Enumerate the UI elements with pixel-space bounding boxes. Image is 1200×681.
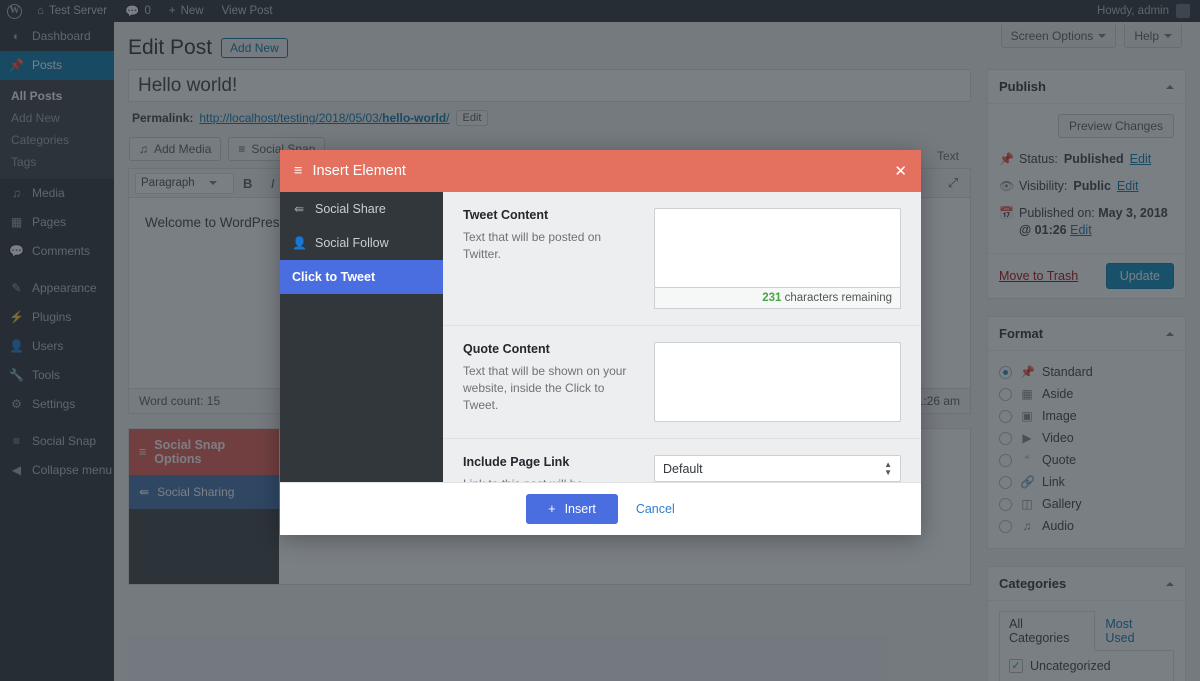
tweet-content-field: Tweet Content Text that will be posted o… <box>443 192 921 326</box>
insert-button[interactable]: + Insert <box>526 494 618 524</box>
include-page-link-field: Include Page Link Link to this post will… <box>443 439 921 482</box>
insert-element-modal: ≡ Insert Element ✕ ⇚ Social Share 👤 Soci… <box>280 150 921 535</box>
modal-footer: + Insert Cancel <box>280 482 921 535</box>
quote-content-label-wrap: Quote Content Text that will be shown on… <box>463 342 638 422</box>
quote-content-desc: Text that will be shown on your website,… <box>463 364 627 412</box>
modal-tab-label: Click to Tweet <box>292 270 376 284</box>
modal-header: ≡ Insert Element ✕ <box>280 150 921 192</box>
cancel-link[interactable]: Cancel <box>636 502 675 516</box>
share-icon: ⇚ <box>293 202 305 216</box>
characters-remaining: 231 characters remaining <box>654 288 901 309</box>
modal-tab-social-share[interactable]: ⇚ Social Share <box>280 192 443 226</box>
quote-content-title: Quote Content <box>463 342 550 356</box>
insert-label: Insert <box>564 502 596 516</box>
close-icon[interactable]: ✕ <box>894 164 907 179</box>
modal-tab-click-to-tweet[interactable]: Click to Tweet <box>280 260 443 294</box>
follow-icon: 👤 <box>292 236 307 250</box>
tweet-content-textarea[interactable] <box>654 208 901 288</box>
tweet-content-control: 231 characters remaining <box>654 208 901 309</box>
include-page-link-select[interactable]: Default ▲ ▼ <box>654 455 901 482</box>
modal-body: ⇚ Social Share 👤 Social Follow Click to … <box>280 192 921 482</box>
modal-tab-label: Social Share <box>315 202 386 216</box>
tweet-content-title: Tweet Content <box>463 208 549 222</box>
wordpress-admin-screen: W ⌂ Test Server 💬 0 + New View Post Howd… <box>0 0 1200 681</box>
modal-title: Insert Element <box>312 163 406 179</box>
modal-tab-label: Social Follow <box>315 236 389 250</box>
modal-fields: Tweet Content Text that will be posted o… <box>443 192 921 482</box>
tweet-content-desc: Text that will be posted on Twitter. <box>463 230 602 261</box>
characters-remaining-count: 231 <box>762 292 782 304</box>
include-page-link-title: Include Page Link <box>463 455 570 469</box>
characters-remaining-suffix: characters remaining <box>784 292 892 304</box>
include-page-link-control: Default ▲ ▼ <box>654 455 901 482</box>
plus-icon: + <box>548 502 556 516</box>
tweet-content-label-wrap: Tweet Content Text that will be posted o… <box>463 208 638 309</box>
include-page-link-value: Default <box>663 461 703 476</box>
quote-content-control <box>654 342 901 422</box>
modal-title-wrap: ≡ Insert Element <box>294 163 406 179</box>
modal-nav: ⇚ Social Share 👤 Social Follow Click to … <box>280 192 443 482</box>
include-page-link-label-wrap: Include Page Link Link to this post will… <box>463 455 638 482</box>
social-snap-icon: ≡ <box>294 163 303 179</box>
chevron-updown-icon: ▲ ▼ <box>884 459 892 477</box>
modal-tab-social-follow[interactable]: 👤 Social Follow <box>280 226 443 260</box>
quote-content-field: Quote Content Text that will be shown on… <box>443 326 921 439</box>
quote-content-textarea[interactable] <box>654 342 901 422</box>
